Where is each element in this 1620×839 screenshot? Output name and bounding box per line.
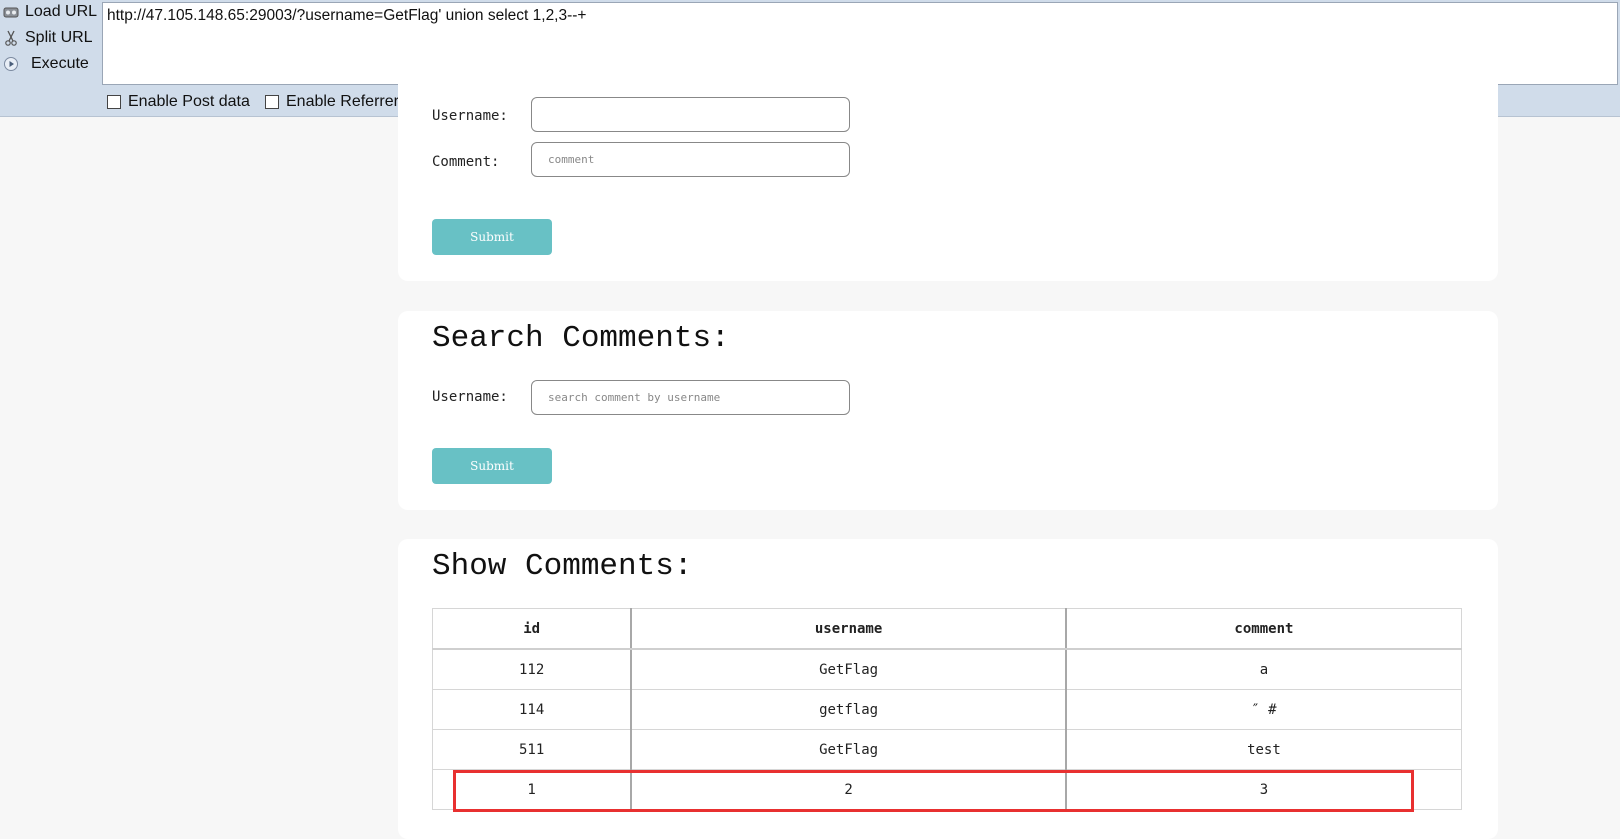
cell-comment: a [1064, 648, 1462, 690]
cell-id: 114 [432, 689, 632, 730]
table-row: 114 getflag ″ # [432, 689, 1462, 730]
load-url-button[interactable]: Load URL [0, 0, 100, 24]
cell-comment: ″ # [1064, 689, 1462, 730]
enable-referrer-label: Enable Referrer [286, 93, 399, 110]
search-comments-card: Search Comments: Username: search commen… [398, 311, 1498, 510]
search-input[interactable]: search comment by username [531, 380, 850, 415]
search-submit-button[interactable]: Submit [432, 448, 552, 484]
load-url-icon [3, 4, 19, 20]
search-title: Search Comments: [432, 321, 730, 356]
comments-table: id username comment 112 GetFlag a 114 ge… [432, 608, 1462, 810]
enable-referrer-checkbox[interactable]: Enable Referrer [265, 93, 399, 111]
split-url-label: Split URL [25, 29, 93, 46]
show-title: Show Comments: [432, 549, 693, 584]
table-row: 112 GetFlag a [432, 648, 1462, 690]
table-header-row: id username comment [432, 608, 1462, 650]
scissors-icon [3, 30, 19, 46]
column-header-comment: comment [1064, 608, 1462, 650]
execute-label: Execute [31, 55, 89, 72]
split-url-button[interactable]: Split URL [0, 26, 100, 50]
cell-username: GetFlag [630, 729, 1067, 770]
comment-input[interactable]: comment [531, 142, 850, 177]
comment-label: Comment: [432, 154, 500, 170]
cell-id: 1 [432, 769, 632, 810]
cell-id: 511 [432, 729, 632, 770]
table-row: 1 2 3 [432, 769, 1462, 810]
add-submit-button[interactable]: Submit [432, 219, 552, 255]
column-header-username: username [630, 608, 1067, 650]
show-comments-card: Show Comments: id username comment 112 G… [398, 539, 1498, 839]
username-input[interactable] [531, 97, 850, 132]
search-username-label: Username: [432, 389, 508, 405]
table-row: 511 GetFlag test [432, 729, 1462, 770]
checkbox-box[interactable] [265, 95, 279, 109]
comment-placeholder: comment [548, 153, 595, 166]
cell-username: getflag [630, 689, 1067, 730]
play-icon [3, 56, 19, 72]
username-label: Username: [432, 108, 508, 124]
enable-post-data-checkbox[interactable]: Enable Post data [107, 93, 250, 111]
enable-post-data-label: Enable Post data [128, 93, 250, 110]
cell-username: 2 [630, 769, 1067, 810]
cell-comment: 3 [1064, 769, 1462, 810]
cell-username: GetFlag [630, 648, 1067, 690]
execute-button[interactable]: Execute [0, 52, 100, 76]
checkbox-box[interactable] [107, 95, 121, 109]
add-comment-card: Username: Comment: comment Submit [398, 60, 1498, 281]
column-header-id: id [432, 608, 632, 650]
search-placeholder: search comment by username [548, 391, 721, 404]
load-url-label: Load URL [25, 3, 98, 20]
cell-id: 112 [432, 648, 632, 690]
cell-comment: test [1064, 729, 1462, 770]
